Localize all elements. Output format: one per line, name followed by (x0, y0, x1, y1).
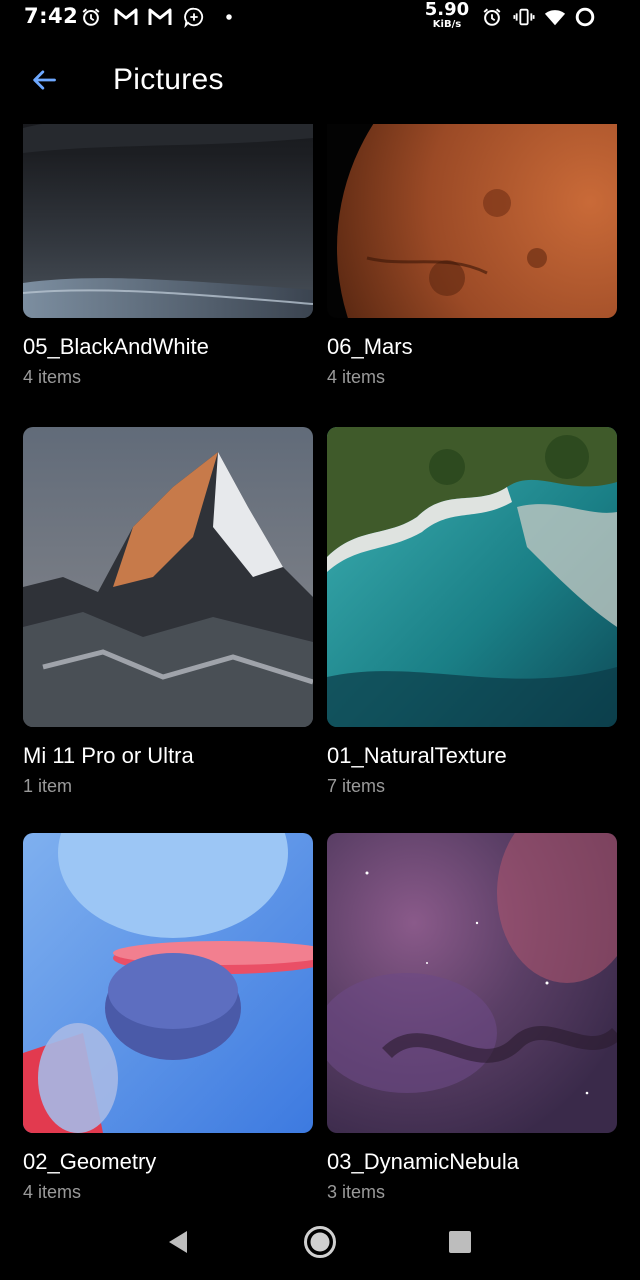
album-card[interactable]: 03_DynamicNebula 3 items (327, 833, 617, 1203)
recents-square-icon (447, 1229, 473, 1259)
alarm-icon (80, 6, 102, 28)
album-name: 01_NaturalTexture (327, 743, 507, 768)
album-count: 4 items (23, 1182, 82, 1202)
album-card[interactable]: 02_Geometry 4 items (23, 833, 313, 1203)
album-name: 05_BlackAndWhite (23, 334, 209, 359)
home-circle-icon (302, 1224, 338, 1264)
album-thumbnail (327, 833, 617, 1133)
app-bar: Pictures (0, 56, 640, 108)
album-thumbnail (327, 427, 617, 727)
nav-home-button[interactable] (296, 1224, 344, 1264)
alarm-icon (481, 6, 503, 28)
nav-recents-button[interactable] (436, 1224, 484, 1264)
album-count: 1 item (23, 776, 73, 796)
album-card[interactable]: 05_BlackAndWhite 4 items (23, 124, 313, 388)
album-name: Mi 11 Pro or Ultra (23, 743, 194, 768)
album-card[interactable]: 01_NaturalTexture 7 items (327, 427, 617, 797)
album-count: 4 items (23, 367, 82, 387)
status-time: 7:42 (24, 4, 79, 28)
battery-ring-icon (574, 6, 596, 28)
album-count: 7 items (327, 776, 386, 796)
album-thumbnail (23, 124, 313, 318)
gmail-icon (113, 6, 139, 28)
album-count: 3 items (327, 1182, 386, 1202)
system-nav-bar (0, 1212, 640, 1280)
vibrate-icon (512, 6, 536, 28)
album-name: 06_Mars (327, 334, 413, 359)
wifi-icon (542, 6, 568, 28)
network-speed-value: 5.90 (424, 0, 470, 20)
album-thumbnail (23, 833, 313, 1133)
network-speed: 5.90 KiB/s (424, 1, 470, 30)
album-thumbnail (327, 124, 617, 318)
dot-icon (218, 6, 240, 28)
album-grid: 05_BlackAndWhite 4 items 06_Mars 4 items… (0, 124, 640, 1214)
back-triangle-icon (165, 1228, 191, 1260)
album-count: 4 items (327, 367, 386, 387)
arrow-back-icon (30, 66, 58, 98)
gmail-icon (147, 6, 173, 28)
back-button[interactable] (22, 60, 66, 104)
network-speed-unit: KiB/s (432, 19, 462, 30)
album-thumbnail (23, 427, 313, 727)
album-card[interactable]: 06_Mars 4 items (327, 124, 617, 388)
album-card[interactable]: Mi 11 Pro or Ultra 1 item (23, 427, 313, 797)
nav-back-button[interactable] (154, 1224, 202, 1264)
album-name: 03_DynamicNebula (327, 1149, 519, 1174)
add-circle-icon (183, 6, 205, 28)
page-title: Pictures (113, 63, 224, 96)
album-name: 02_Geometry (23, 1149, 157, 1174)
status-bar: 7:42 5.90 KiB/s (0, 0, 640, 36)
